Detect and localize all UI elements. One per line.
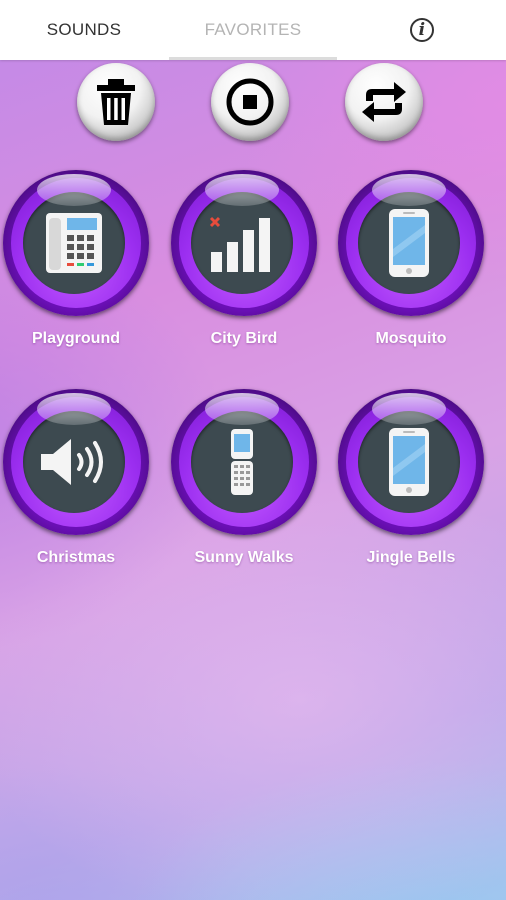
sound-label: Christmas [36, 549, 116, 566]
signal-bars-icon [209, 216, 270, 272]
tab-favorites[interactable]: FAVORITES [169, 0, 337, 60]
sound-label: Jingle Bells [366, 549, 456, 566]
info-icon: i [410, 18, 434, 42]
stop-button[interactable] [211, 63, 289, 141]
smartphone-icon [389, 209, 429, 277]
sound-tile[interactable]: Sunny Walks [169, 389, 319, 579]
sound-board: Playground City Bird Mosquito Christmas … [0, 60, 506, 900]
repeat-button[interactable] [345, 63, 423, 141]
desk-phone-icon [46, 213, 102, 273]
stop-icon [226, 78, 274, 126]
tab-bar: SOUNDS FAVORITES i [0, 0, 506, 60]
sound-label: Mosquito [375, 330, 447, 347]
info-button[interactable]: i [338, 0, 506, 60]
trash-icon [97, 79, 135, 125]
sound-tile[interactable]: Jingle Bells [336, 389, 486, 579]
sound-tile[interactable]: Playground [1, 170, 151, 360]
sound-tile[interactable]: Christmas [1, 389, 151, 579]
repeat-icon [362, 82, 406, 122]
sound-label: Sunny Walks [194, 549, 294, 566]
sound-tile[interactable]: City Bird [169, 170, 319, 360]
delete-button[interactable] [77, 63, 155, 141]
smartphone-icon [389, 428, 429, 496]
tab-sounds[interactable]: SOUNDS [0, 0, 168, 60]
sound-label: Playground [31, 330, 120, 347]
sound-label: City Bird [210, 330, 278, 347]
speaker-icon [41, 439, 103, 485]
flip-phone-icon [231, 429, 253, 495]
sound-tile[interactable]: Mosquito [336, 170, 486, 360]
